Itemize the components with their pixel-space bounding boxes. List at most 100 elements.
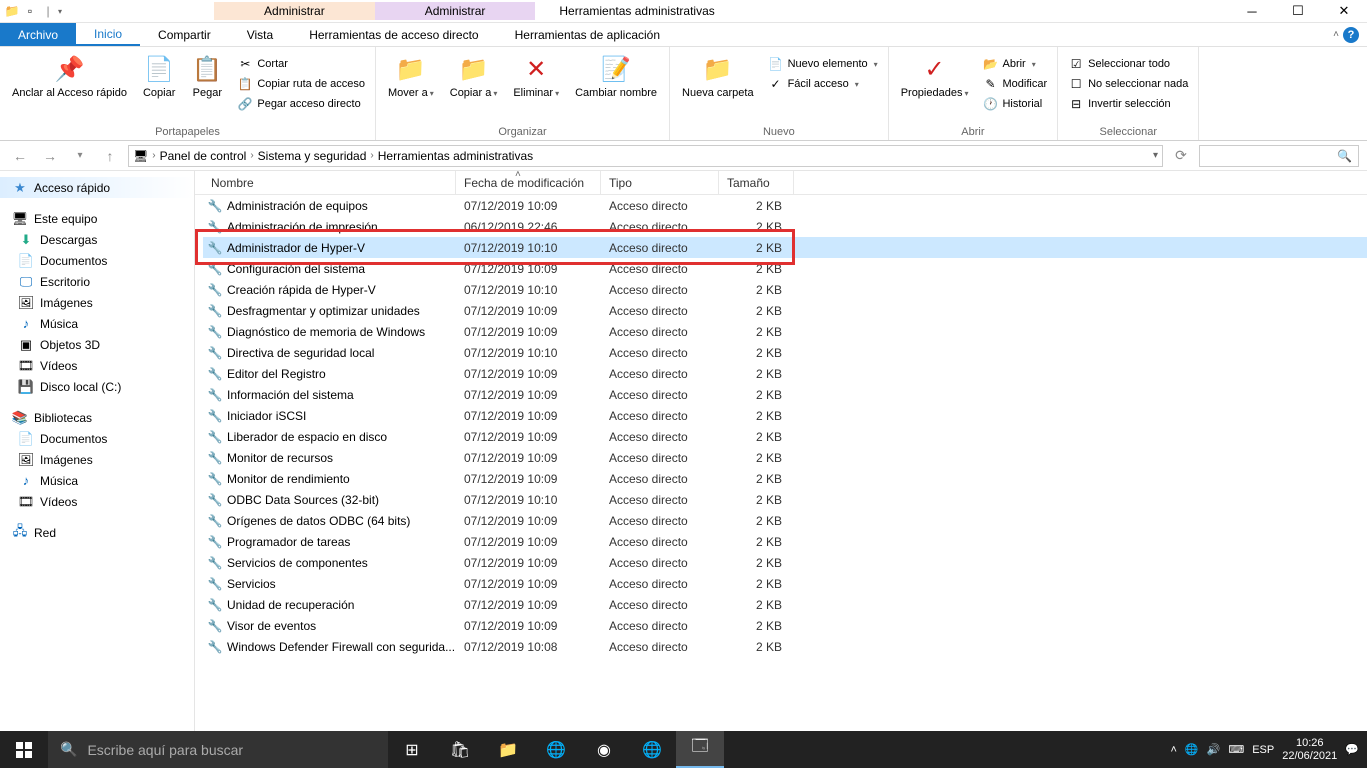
new-folder-button[interactable]: 📁 Nueva carpeta (676, 51, 760, 102)
copy-button[interactable]: 📄 Copiar (137, 51, 181, 102)
open-button[interactable]: 📂Abrir▾ (978, 55, 1051, 73)
file-row[interactable]: 🔧Unidad de recuperación07/12/2019 10:09A… (203, 594, 1367, 615)
taskbar-search[interactable]: 🔍 Escribe aquí para buscar (48, 731, 388, 768)
pin-button[interactable]: 📌 Anclar al Acceso rápido (6, 51, 133, 102)
shortcut-tools-tab[interactable]: Herramientas de acceso directo (291, 23, 496, 46)
nav-lib-documents[interactable]: 📄Documentos (0, 428, 194, 449)
home-tab[interactable]: Inicio (76, 23, 140, 46)
nav-downloads[interactable]: ⬇Descargas (0, 229, 194, 250)
delete-button[interactable]: ✕ Eliminar▾ (507, 51, 565, 102)
qat-dropdown-icon[interactable]: ▾ (58, 7, 62, 16)
paste-button[interactable]: 📋 Pegar (185, 51, 229, 102)
crumb-control-panel[interactable]: Panel de control (160, 149, 247, 163)
explorer-icon[interactable]: 📁 (484, 731, 532, 768)
volume-icon[interactable]: 🔊 (1207, 743, 1221, 756)
lang-indicator[interactable]: ESP (1252, 744, 1274, 756)
paste-shortcut-button[interactable]: 🔗Pegar acceso directo (233, 95, 369, 113)
nav-this-pc[interactable]: 🖥Este equipo (0, 208, 194, 229)
edit-button[interactable]: ✎Modificar (978, 75, 1051, 93)
file-row[interactable]: 🔧Windows Defender Firewall con segurida.… (203, 636, 1367, 657)
refresh-button[interactable]: ⟳ (1169, 144, 1193, 168)
file-row[interactable]: 🔧Administrador de Hyper-V07/12/2019 10:1… (203, 237, 1367, 258)
app-tools-tab[interactable]: Herramientas de aplicación (497, 23, 678, 46)
back-button[interactable]: ← (8, 144, 32, 168)
manage-tab-2[interactable]: Administrar (375, 2, 536, 20)
nav-lib-videos[interactable]: 🎞Vídeos (0, 491, 194, 512)
col-name[interactable]: Nombre (203, 171, 456, 194)
keyboard-icon[interactable]: ⌨ (1228, 743, 1244, 756)
nav-lib-music[interactable]: ♪Música (0, 470, 194, 491)
folder-icon[interactable]: 📁 (4, 3, 20, 19)
file-row[interactable]: 🔧Programador de tareas07/12/2019 10:09Ac… (203, 531, 1367, 552)
close-button[interactable]: ✕ (1321, 0, 1367, 23)
file-row[interactable]: 🔧Orígenes de datos ODBC (64 bits)07/12/2… (203, 510, 1367, 531)
properties-button[interactable]: ✓ Propiedades▾ (895, 51, 975, 102)
file-row[interactable]: 🔧Creación rápida de Hyper-V07/12/2019 10… (203, 279, 1367, 300)
file-row[interactable]: 🔧Administración de impresión06/12/2019 2… (203, 216, 1367, 237)
task-view-button[interactable]: ⊞ (388, 731, 436, 768)
nav-quick-access[interactable]: ★Acceso rápido (0, 177, 194, 198)
crumb-system-security[interactable]: Sistema y seguridad (258, 149, 367, 163)
file-row[interactable]: 🔧Administración de equipos07/12/2019 10:… (203, 195, 1367, 216)
network-icon[interactable]: 🌐 (1185, 743, 1199, 756)
nav-videos[interactable]: 🎞Vídeos (0, 355, 194, 376)
search-box[interactable]: 🔍 (1199, 145, 1359, 167)
tray-chevron-up-icon[interactable]: ˄ (1170, 744, 1176, 756)
edge-canary-icon[interactable]: 🌐 (628, 731, 676, 768)
crumb-admin-tools[interactable]: Herramientas administrativas (378, 149, 533, 163)
history-button[interactable]: 🕐Historial (978, 95, 1051, 113)
nav-documents[interactable]: 📄Documentos (0, 250, 194, 271)
col-type[interactable]: Tipo (601, 171, 719, 194)
clock[interactable]: 10:26 22/06/2021 (1282, 737, 1337, 763)
app-icon[interactable]: 🗔 (676, 731, 724, 768)
chrome-icon[interactable]: ◉ (580, 731, 628, 768)
file-row[interactable]: 🔧Visor de eventos07/12/2019 10:09Acceso … (203, 615, 1367, 636)
nav-3d-objects[interactable]: ▣Objetos 3D (0, 334, 194, 355)
invert-sel-button[interactable]: ⊟Invertir selección (1064, 95, 1192, 113)
file-row[interactable]: 🔧Liberador de espacio en disco07/12/2019… (203, 426, 1367, 447)
file-row[interactable]: 🔧Servicios de componentes07/12/2019 10:0… (203, 552, 1367, 573)
chevron-down-icon[interactable]: ▾ (1153, 150, 1158, 161)
nav-libraries[interactable]: 📚Bibliotecas (0, 407, 194, 428)
nav-desktop[interactable]: 🖵Escritorio (0, 271, 194, 292)
start-button[interactable] (0, 731, 48, 768)
easy-access-button[interactable]: ✓Fácil acceso▾ (764, 75, 882, 93)
file-row[interactable]: 🔧Diagnóstico de memoria de Windows07/12/… (203, 321, 1367, 342)
file-row[interactable]: 🔧Información del sistema07/12/2019 10:09… (203, 384, 1367, 405)
rename-button[interactable]: 📝 Cambiar nombre (569, 51, 663, 102)
file-row[interactable]: 🔧Directiva de seguridad local07/12/2019 … (203, 342, 1367, 363)
address-box[interactable]: 🖥 › Panel de control › Sistema y segurid… (128, 145, 1163, 167)
copy-to-button[interactable]: 📁 Copiar a▾ (444, 51, 504, 102)
file-row[interactable]: 🔧Editor del Registro07/12/2019 10:09Acce… (203, 363, 1367, 384)
maximize-button[interactable]: ☐ (1275, 0, 1321, 23)
nav-local-disk[interactable]: 💾Disco local (C:) (0, 376, 194, 397)
file-row[interactable]: 🔧Desfragmentar y optimizar unidades07/12… (203, 300, 1367, 321)
help-icon[interactable]: ? (1343, 27, 1359, 43)
cut-button[interactable]: ✂Cortar (233, 55, 369, 73)
move-to-button[interactable]: 📁 Mover a▾ (382, 51, 440, 102)
copy-path-button[interactable]: 📋Copiar ruta de acceso (233, 75, 369, 93)
file-row[interactable]: 🔧Servicios07/12/2019 10:09Acceso directo… (203, 573, 1367, 594)
nav-lib-pictures[interactable]: 🖼Imágenes (0, 449, 194, 470)
select-all-button[interactable]: ☑Seleccionar todo (1064, 55, 1192, 73)
minimize-button[interactable]: ─ (1229, 0, 1275, 23)
file-row[interactable]: 🔧Monitor de recursos07/12/2019 10:09Acce… (203, 447, 1367, 468)
file-row[interactable]: 🔧Monitor de rendimiento07/12/2019 10:09A… (203, 468, 1367, 489)
edge-icon[interactable]: 🌐 (532, 731, 580, 768)
view-tab[interactable]: Vista (229, 23, 291, 46)
file-row[interactable]: 🔧Iniciador iSCSI07/12/2019 10:09Acceso d… (203, 405, 1367, 426)
forward-button[interactable]: → (38, 144, 62, 168)
store-icon[interactable]: 🛍 (436, 731, 484, 768)
nav-pictures[interactable]: 🖼Imágenes (0, 292, 194, 313)
file-row[interactable]: 🔧ODBC Data Sources (32-bit)07/12/2019 10… (203, 489, 1367, 510)
select-none-button[interactable]: ☐No seleccionar nada (1064, 75, 1192, 93)
new-item-button[interactable]: 📄Nuevo elemento▾ (764, 55, 882, 73)
share-tab[interactable]: Compartir (140, 23, 229, 46)
manage-tab-1[interactable]: Administrar (214, 2, 375, 20)
doc-icon[interactable]: ▫ (22, 3, 38, 19)
notifications-icon[interactable]: 💬 (1345, 743, 1359, 756)
file-tab[interactable]: Archivo (0, 23, 76, 46)
file-row[interactable]: 🔧Configuración del sistema07/12/2019 10:… (203, 258, 1367, 279)
col-size[interactable]: Tamaño (719, 171, 794, 194)
pipe-icon[interactable]: | (40, 3, 56, 19)
